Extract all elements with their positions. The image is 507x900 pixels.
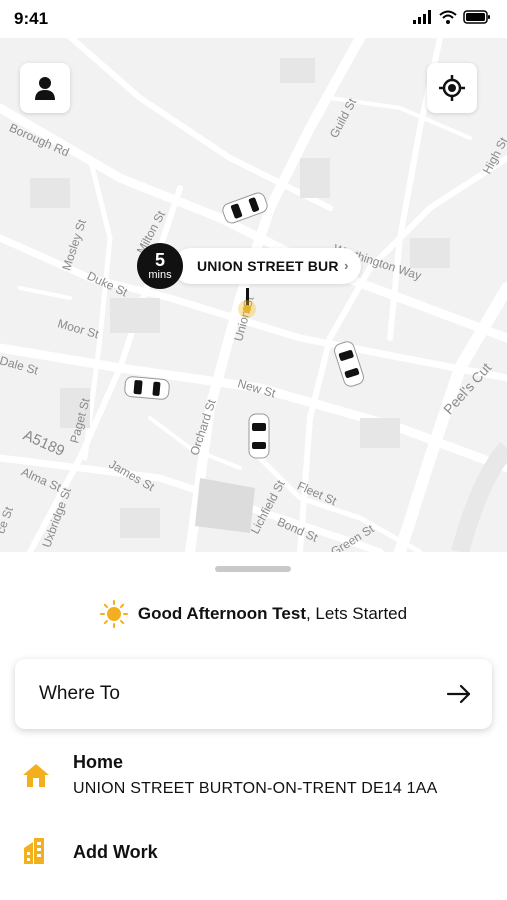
battery-icon [463, 10, 490, 24]
status-icons [413, 10, 491, 24]
profile-button[interactable] [20, 63, 70, 113]
car-icon [124, 376, 170, 400]
locate-me-button[interactable] [427, 63, 477, 113]
wifi-icon [439, 10, 457, 24]
signal-icon [413, 10, 431, 24]
home-icon [23, 764, 49, 787]
work-building-icon [24, 838, 44, 864]
place-title: Home [73, 752, 124, 772]
greeting-suffix: , Lets Started [305, 604, 408, 623]
status-bar: 9:41 [0, 0, 507, 38]
map-roads [0, 38, 507, 552]
arrow-right-icon [446, 684, 471, 704]
map-view[interactable]: Borough Rd Guild St High St Mosley St Mi… [0, 38, 507, 552]
eta-value: 5 [154, 250, 165, 270]
eta-unit: mins [148, 269, 172, 281]
saved-place-add-work[interactable]: Add Work [0, 836, 507, 870]
car-icon [248, 413, 270, 459]
where-to-label: Where To [39, 683, 120, 704]
bottom-sheet: Good Afternoon Test , Lets Started Where… [0, 552, 507, 900]
crosshair-icon [439, 75, 465, 101]
pickup-label[interactable]: UNION STREET BUR › [173, 248, 361, 284]
where-to-search[interactable]: Where To [15, 659, 492, 729]
greeting-name: Good Afternoon Test [137, 604, 306, 623]
chevron-right-icon: › [344, 258, 349, 273]
status-time: 9:41 [14, 9, 49, 28]
user-icon [35, 77, 55, 100]
pickup-marker[interactable]: 5 mins UNION STREET BUR › [137, 243, 361, 289]
greeting: Good Afternoon Test , Lets Started [0, 600, 507, 628]
pickup-location-dot [238, 300, 256, 318]
drag-handle[interactable] [215, 566, 291, 572]
place-title: Add Work [73, 842, 158, 862]
sun-icon [99, 600, 128, 628]
place-address: UNION STREET BURTON-ON-TRENT DE14 1AA [73, 780, 438, 797]
eta-badge: 5 mins [137, 243, 183, 289]
pickup-address: UNION STREET BUR [197, 258, 339, 274]
saved-place-home[interactable]: Home UNION STREET BURTON-ON-TRENT DE14 1… [0, 748, 507, 808]
